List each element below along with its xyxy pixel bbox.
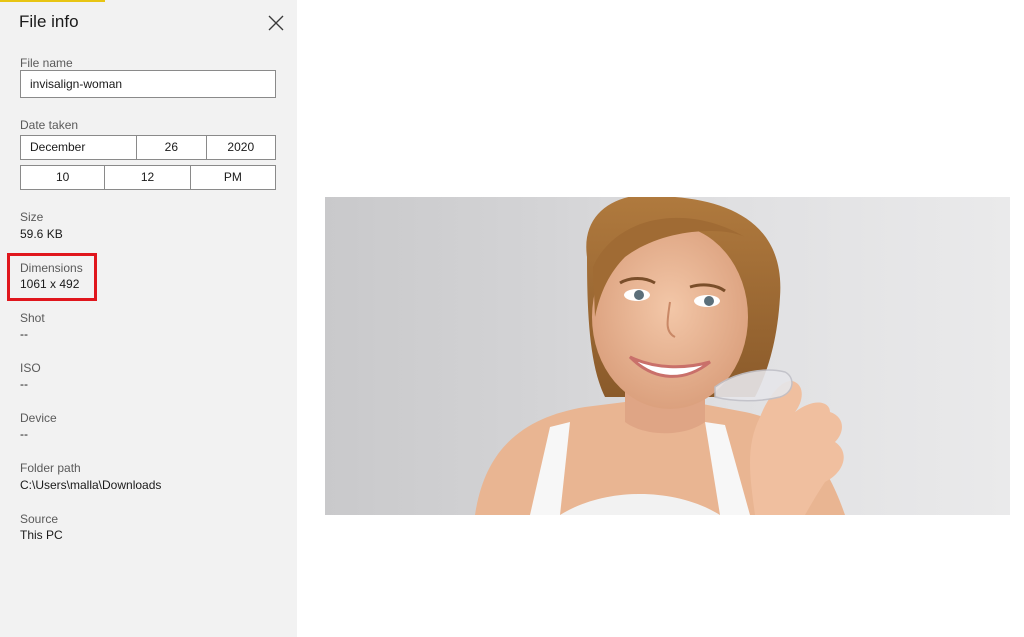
time-picker[interactable]: 10 12 PM bbox=[20, 165, 276, 190]
shot-value: -- bbox=[20, 327, 28, 341]
iso-label: ISO bbox=[20, 361, 41, 375]
folder-path-label: Folder path bbox=[20, 461, 81, 475]
file-info-panel: File info File name invisalign-woman Dat… bbox=[0, 0, 297, 637]
iso-value: -- bbox=[20, 377, 28, 391]
minute-picker[interactable]: 12 bbox=[105, 166, 191, 189]
year-picker[interactable]: 2020 bbox=[207, 136, 275, 159]
photo-preview[interactable] bbox=[325, 197, 1010, 515]
month-picker[interactable]: December bbox=[21, 136, 138, 159]
date-taken-label: Date taken bbox=[20, 118, 79, 132]
panel-title: File info bbox=[19, 12, 79, 31]
source-label: Source bbox=[20, 512, 59, 526]
accent-bar bbox=[0, 0, 105, 2]
date-picker[interactable]: December 26 2020 bbox=[20, 135, 276, 160]
device-value: -- bbox=[20, 427, 28, 441]
dimensions-highlight bbox=[7, 253, 97, 301]
folder-path-value: C:\Users\malla\Downloads bbox=[20, 478, 162, 492]
close-icon bbox=[265, 12, 287, 34]
shot-label: Shot bbox=[20, 311, 45, 325]
size-value: 59.6 KB bbox=[20, 227, 63, 241]
woman-holding-aligner-photo bbox=[475, 197, 845, 515]
file-name-label: File name bbox=[20, 56, 73, 70]
day-picker[interactable]: 26 bbox=[137, 136, 207, 159]
device-label: Device bbox=[20, 411, 57, 425]
source-value: This PC bbox=[20, 528, 63, 542]
file-name-input[interactable]: invisalign-woman bbox=[20, 70, 276, 98]
hour-picker[interactable]: 10 bbox=[21, 166, 106, 189]
period-picker[interactable]: PM bbox=[191, 166, 275, 189]
close-button[interactable] bbox=[265, 12, 287, 34]
photos-app-window: File info File name invisalign-woman Dat… bbox=[0, 0, 1024, 637]
size-label: Size bbox=[20, 210, 44, 224]
